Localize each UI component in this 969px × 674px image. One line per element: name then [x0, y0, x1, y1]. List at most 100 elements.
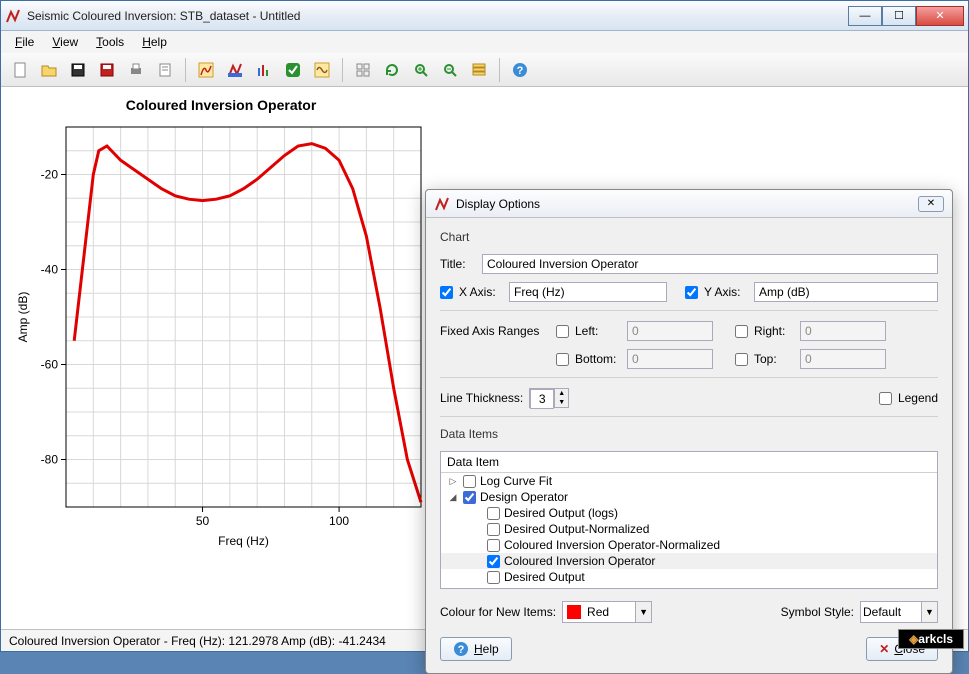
new-icon[interactable] — [7, 57, 33, 83]
right-label: Right: — [754, 324, 794, 338]
top-label: Top: — [754, 352, 794, 366]
colour-value: Red — [585, 605, 635, 619]
svg-text:100: 100 — [329, 514, 349, 528]
left-label: Left: — [575, 324, 621, 338]
menu-tools[interactable]: Tools — [88, 33, 132, 51]
curve-brown-icon[interactable] — [309, 57, 335, 83]
help-button[interactable]: ? Help — [440, 637, 512, 661]
dialog-icon — [434, 196, 450, 212]
right-checkbox[interactable] — [735, 325, 748, 338]
print-icon[interactable] — [123, 57, 149, 83]
spinner-down-icon[interactable]: ▼ — [555, 398, 568, 407]
menu-file[interactable]: File — [7, 33, 42, 51]
tree-item[interactable]: Desired Output-Normalized — [441, 521, 937, 537]
tree-checkbox[interactable] — [463, 491, 476, 504]
menu-view[interactable]: View — [44, 33, 86, 51]
legend-checkbox[interactable] — [879, 392, 892, 405]
tree-item[interactable]: Coloured Inversion Operator-Normalized — [441, 537, 937, 553]
help-icon: ? — [453, 641, 469, 657]
titlebar: Seismic Coloured Inversion: STB_dataset … — [1, 1, 968, 31]
thickness-spinner[interactable]: ▲▼ — [529, 388, 569, 408]
svg-text:50: 50 — [196, 514, 210, 528]
tree-item-label: Coloured Inversion Operator-Normalized — [504, 538, 720, 552]
check-green-icon[interactable] — [280, 57, 306, 83]
dialog-close-icon[interactable]: ✕ — [918, 196, 944, 212]
tree-item[interactable]: ▷ Log Curve Fit — [441, 473, 937, 489]
logo: ◈arkcls — [898, 629, 964, 649]
save-red-icon[interactable] — [94, 57, 120, 83]
svg-text:-20: -20 — [41, 168, 59, 182]
chevron-down-icon[interactable]: ▼ — [921, 602, 937, 622]
display-options-dialog: Display Options ✕ Chart Title: X Axis: Y… — [425, 189, 953, 674]
symbol-combo[interactable]: Default ▼ — [860, 601, 938, 623]
help-button-label: Help — [474, 642, 499, 656]
zoom-out-icon[interactable] — [437, 57, 463, 83]
tree-item-label: Log Curve Fit — [480, 474, 552, 488]
xaxis-checkbox[interactable] — [440, 286, 453, 299]
minimize-button[interactable]: — — [848, 6, 882, 26]
tree-checkbox[interactable] — [487, 555, 500, 568]
bottom-checkbox[interactable] — [556, 353, 569, 366]
yaxis-input[interactable] — [754, 282, 938, 302]
tree-checkbox[interactable] — [487, 523, 500, 536]
yaxis-label: Y Axis: — [704, 285, 748, 299]
chevron-down-icon[interactable]: ▼ — [635, 602, 651, 622]
title-label: Title: — [440, 257, 476, 271]
thickness-input[interactable] — [530, 389, 554, 409]
bottom-label: Bottom: — [575, 352, 621, 366]
xaxis-input[interactable] — [509, 282, 667, 302]
dialog-title-text: Display Options — [456, 197, 918, 211]
tree-item[interactable]: Desired Output (logs) — [441, 505, 937, 521]
properties-icon[interactable] — [152, 57, 178, 83]
tree-expand-icon[interactable]: ▷ — [447, 476, 459, 487]
curve-blue-icon[interactable] — [222, 57, 248, 83]
tree-item[interactable]: Coloured Inversion Operator — [441, 553, 937, 569]
bars-icon[interactable] — [251, 57, 277, 83]
menu-help[interactable]: Help — [134, 33, 175, 51]
tree-item-label: Coloured Inversion Operator — [504, 554, 655, 568]
app-icon — [5, 8, 21, 24]
zoom-in-icon[interactable] — [408, 57, 434, 83]
svg-text:?: ? — [517, 65, 524, 77]
data-items-label: Data Items — [440, 427, 938, 441]
svg-text:Amp (dB): Amp (dB) — [16, 292, 30, 343]
tree-item-label: Desired Output-Normalized — [504, 522, 649, 536]
chart-plot: 50100-20-40-60-80Freq (Hz)Amp (dB) — [11, 117, 431, 557]
data-items-tree[interactable]: Data Item ▷ Log Curve Fit◢Design Operator… — [440, 451, 938, 589]
help-icon[interactable]: ? — [507, 57, 533, 83]
left-checkbox[interactable] — [556, 325, 569, 338]
tree-collapse-icon[interactable]: ◢ — [447, 492, 459, 503]
tree-checkbox[interactable] — [463, 475, 476, 488]
tree-checkbox[interactable] — [487, 507, 500, 520]
tree-checkbox[interactable] — [487, 571, 500, 584]
svg-text:-60: -60 — [41, 358, 59, 372]
yaxis-checkbox[interactable] — [685, 286, 698, 299]
grid-icon[interactable] — [350, 57, 376, 83]
colour-combo[interactable]: Red ▼ — [562, 601, 652, 623]
open-icon[interactable] — [36, 57, 62, 83]
curve-red-icon[interactable] — [193, 57, 219, 83]
spinner-up-icon[interactable]: ▲ — [555, 389, 568, 398]
tree-checkbox[interactable] — [487, 539, 500, 552]
title-input[interactable] — [482, 254, 938, 274]
content-area: Coloured Inversion Operator 50100-20-40-… — [1, 87, 968, 629]
tree-item[interactable]: Desired Output — [441, 569, 937, 585]
right-input[interactable] — [800, 321, 886, 341]
tree-header: Data Item — [441, 452, 937, 473]
refresh-icon[interactable] — [379, 57, 405, 83]
menubar: File View Tools Help — [1, 31, 968, 53]
stack-icon[interactable] — [466, 57, 492, 83]
tree-item[interactable]: ◢Design Operator — [441, 489, 937, 505]
colour-swatch — [567, 605, 581, 619]
dialog-titlebar[interactable]: Display Options ✕ — [426, 190, 952, 218]
close-button[interactable]: ✕ — [916, 6, 964, 26]
top-checkbox[interactable] — [735, 353, 748, 366]
close-x-icon: ✕ — [879, 642, 889, 656]
top-input[interactable] — [800, 349, 886, 369]
left-input[interactable] — [627, 321, 713, 341]
maximize-button[interactable]: ☐ — [882, 6, 916, 26]
svg-text:-80: -80 — [41, 453, 59, 467]
save-icon[interactable] — [65, 57, 91, 83]
bottom-input[interactable] — [627, 349, 713, 369]
chart-title: Coloured Inversion Operator — [11, 97, 431, 113]
